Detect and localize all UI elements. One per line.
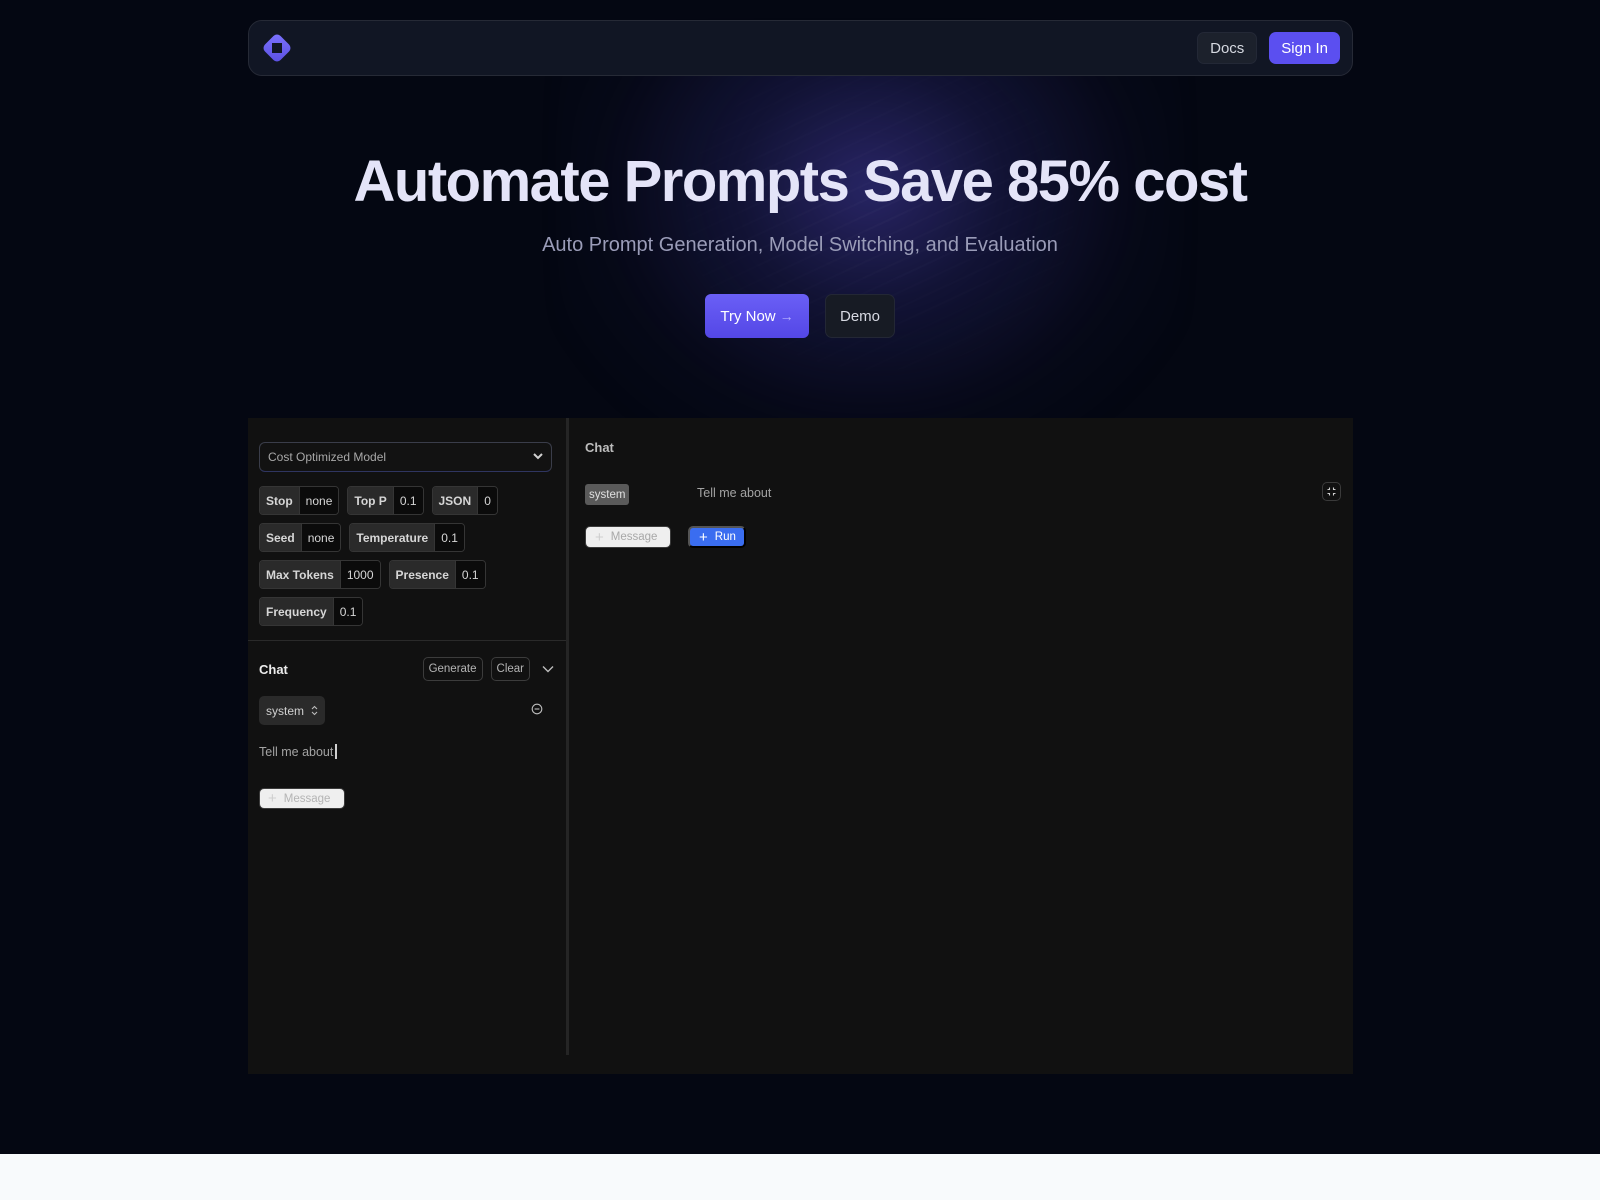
run-button[interactable]: + Run xyxy=(688,526,746,548)
plus-icon: + xyxy=(699,528,708,546)
role-badge: system xyxy=(585,484,630,505)
param-label: Seed xyxy=(260,524,301,551)
logo-icon[interactable] xyxy=(261,32,293,64)
param-frequency[interactable]: Frequency 0.1 xyxy=(259,597,364,626)
plus-icon: + xyxy=(595,528,604,546)
param-json[interactable]: JSON 0 xyxy=(431,486,498,515)
top-navbar: Docs Sign In xyxy=(248,20,1353,76)
chat-preview-panel: Chat system Tell me about + Message + Ru… xyxy=(569,418,1353,1074)
add-message-button[interactable]: + Message xyxy=(585,526,671,548)
param-stop[interactable]: Stop none xyxy=(259,486,340,515)
param-value[interactable]: none xyxy=(300,524,341,551)
param-value[interactable]: 0.1 xyxy=(332,598,363,625)
settings-panel: Cost Optimized Model Stop none Top P 0.1 xyxy=(248,418,566,1074)
docs-button[interactable]: Docs xyxy=(1197,32,1258,64)
message-input[interactable]: Tell me about xyxy=(259,744,337,759)
param-row: Max Tokens 1000 Presence 0.1 xyxy=(259,560,559,589)
expand-icon[interactable] xyxy=(1322,482,1341,501)
demo-button[interactable]: Demo xyxy=(825,294,895,338)
param-label: Max Tokens xyxy=(260,561,340,588)
param-row: Seed none Temperature 0.1 xyxy=(259,523,559,552)
param-label: JSON xyxy=(432,487,478,514)
text-cursor xyxy=(335,744,337,759)
chat-preview-title: Chat xyxy=(585,440,614,455)
param-row: Frequency 0.1 xyxy=(259,597,559,626)
add-message-button[interactable]: + Message xyxy=(259,788,345,809)
hero-title: Automate Prompts Save 85% cost xyxy=(353,149,1248,214)
param-value[interactable]: 0 xyxy=(477,487,497,514)
hero-actions: Try Now → Demo xyxy=(0,294,1600,338)
role-select-value: system xyxy=(266,703,305,718)
preview-message: Tell me about xyxy=(697,486,772,500)
add-message-label: Message xyxy=(610,531,658,543)
page-background: Docs Sign In Automate Prompts Save 85% c… xyxy=(0,0,1600,1154)
try-now-label: Try Now xyxy=(720,307,776,325)
message-input-value: Tell me about xyxy=(259,744,334,759)
param-temperature[interactable]: Temperature 0.1 xyxy=(349,523,465,552)
playground: Cost Optimized Model Stop none Top P 0.1 xyxy=(248,418,1353,1074)
arrow-right-icon: → xyxy=(779,308,794,324)
param-value[interactable]: 1000 xyxy=(339,561,380,588)
chat-editor-actions: Generate Clear xyxy=(422,657,556,681)
sign-in-button[interactable]: Sign In xyxy=(1269,32,1340,64)
chat-editor-title: Chat xyxy=(259,661,288,677)
param-row: Stop none Top P 0.1 JSON 0 xyxy=(259,486,559,515)
hero-subtitle: Auto Prompt Generation, Model Switching,… xyxy=(542,234,1058,256)
parameter-grid: Stop none Top P 0.1 JSON 0 Seed none Tem… xyxy=(259,486,559,634)
role-select[interactable]: system xyxy=(259,696,325,725)
param-seed[interactable]: Seed none xyxy=(259,523,342,552)
plus-icon: + xyxy=(268,790,277,807)
run-label: Run xyxy=(714,531,736,543)
model-select-value: Cost Optimized Model xyxy=(268,450,387,464)
chat-preview-actions: + Message + Run xyxy=(585,526,746,548)
chat-editor-header: Chat Generate Clear xyxy=(259,656,556,682)
remove-message-icon[interactable] xyxy=(531,702,545,716)
param-max-tokens[interactable]: Max Tokens 1000 xyxy=(259,560,381,589)
param-label: Temperature xyxy=(350,524,435,551)
section-divider xyxy=(248,640,566,641)
param-value[interactable]: 0.1 xyxy=(392,487,423,514)
param-value[interactable]: 0.1 xyxy=(434,524,464,551)
clear-button[interactable]: Clear xyxy=(490,657,530,681)
chevron-up-down-icon xyxy=(311,705,318,716)
try-now-button[interactable]: Try Now → xyxy=(705,294,809,338)
generate-button[interactable]: Generate xyxy=(422,657,483,681)
param-label: Top P xyxy=(348,487,393,514)
nav-actions: Docs Sign In xyxy=(1197,32,1340,64)
chevron-down-icon[interactable] xyxy=(540,661,556,677)
param-label: Presence xyxy=(389,561,455,588)
param-label: Stop xyxy=(260,487,299,514)
param-value[interactable]: 0.1 xyxy=(454,561,485,588)
add-message-label: Message xyxy=(283,792,331,805)
param-label: Frequency xyxy=(260,598,333,625)
chevron-down-icon xyxy=(533,452,543,463)
param-top-p[interactable]: Top P 0.1 xyxy=(347,486,424,515)
param-presence[interactable]: Presence 0.1 xyxy=(388,560,486,589)
model-select[interactable]: Cost Optimized Model xyxy=(259,442,552,472)
param-value[interactable]: none xyxy=(298,487,339,514)
